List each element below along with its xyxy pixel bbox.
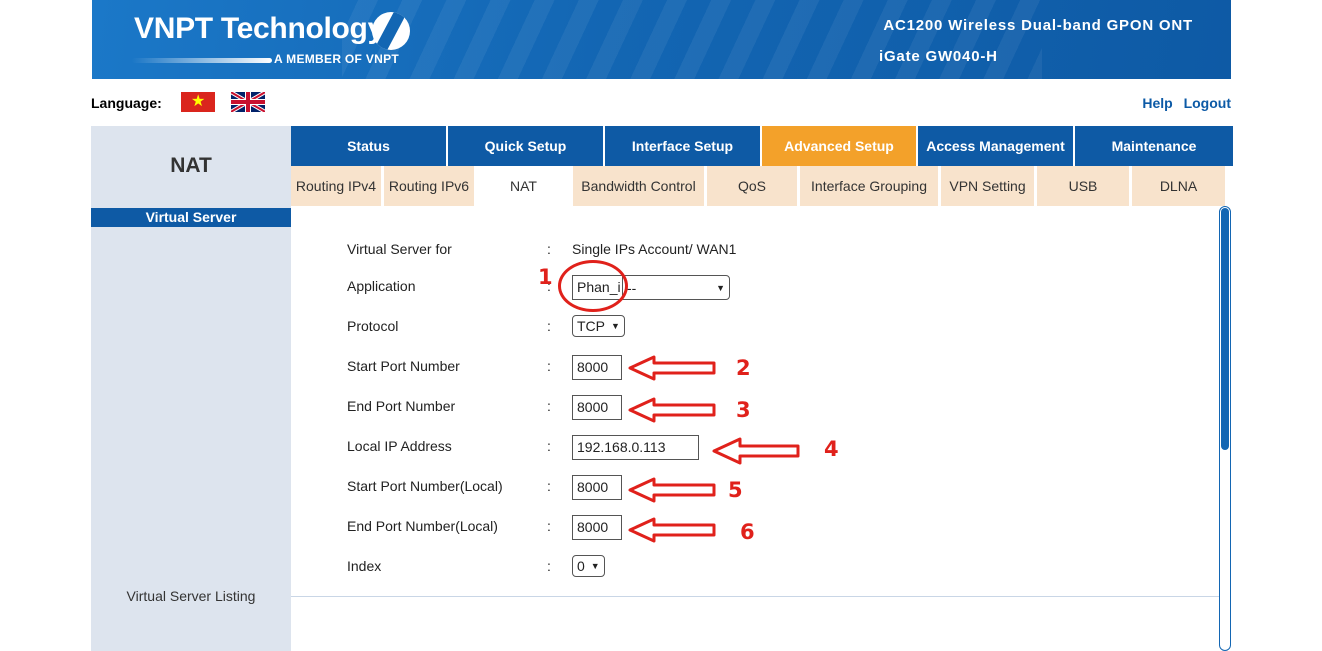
subtab-qos[interactable]: QoS	[707, 166, 797, 206]
subtab-routing-ipv4[interactable]: Routing IPv4	[291, 166, 381, 206]
annotation-number-1: 1	[538, 265, 553, 289]
annotation-number-5: 5	[728, 478, 743, 502]
start-port-local-label: Start Port Number(Local)	[347, 478, 503, 494]
chevron-down-icon: ▼	[590, 561, 600, 571]
virtual-server-listing-label: Virtual Server Listing	[126, 588, 256, 604]
page-title: NAT	[170, 154, 212, 177]
scrollbar-thumb[interactable]	[1221, 208, 1229, 450]
row-local-ip: Local IP Address : 192.168.0.113	[347, 435, 947, 460]
end-port-local-input[interactable]: 8000	[572, 515, 622, 540]
virtual-server-form: Virtual Server for : Single IPs Account/…	[291, 208, 1219, 651]
annotation-arrow-icon	[712, 437, 800, 465]
start-port-label: Start Port Number	[347, 358, 460, 374]
tab-advanced-setup[interactable]: Advanced Setup	[762, 126, 916, 166]
top-links: Help Logout	[1135, 95, 1231, 111]
colon: :	[547, 241, 551, 257]
annotation-arrow-icon	[628, 477, 716, 503]
chevron-down-icon: ▼	[716, 282, 725, 293]
end-port-label: End Port Number	[347, 398, 456, 414]
product-model: iGate GW040-H	[879, 48, 998, 65]
colon: :	[547, 438, 551, 454]
tab-maintenance[interactable]: Maintenance	[1075, 126, 1233, 166]
protocol-label: Protocol	[347, 318, 399, 334]
subtab-usb[interactable]: USB	[1037, 166, 1129, 206]
brand-subtitle: A MEMBER OF VNPT	[274, 52, 400, 66]
application-select[interactable]: -- ▼	[622, 275, 730, 300]
annotation-arrow-icon	[628, 355, 716, 381]
annotation-number-2: 2	[736, 356, 751, 380]
row-protocol: Protocol : TCP ▼	[347, 315, 947, 339]
help-link[interactable]: Help	[1142, 95, 1172, 111]
protocol-select[interactable]: TCP ▼	[572, 315, 625, 337]
index-label: Index	[347, 558, 382, 574]
colon: :	[547, 398, 551, 414]
left-header: NAT	[91, 126, 291, 208]
form-divider	[291, 596, 1219, 597]
row-index: Index : 0 ▼	[347, 555, 947, 579]
tab-status[interactable]: Status	[291, 126, 446, 166]
subtab-interface-grouping[interactable]: Interface Grouping	[800, 166, 938, 206]
subtab-vpn-setting[interactable]: VPN Setting	[941, 166, 1034, 206]
local-ip-label: Local IP Address	[347, 438, 452, 454]
annotation-circle	[558, 260, 628, 312]
tab-interface-setup[interactable]: Interface Setup	[605, 126, 760, 166]
header-banner: VNPT Technology A MEMBER OF VNPT AC1200 …	[92, 0, 1231, 79]
sub-tabs: Routing IPv4 Routing IPv6 NAT Bandwidth …	[291, 166, 1231, 206]
row-virtual-server-for: Virtual Server for : Single IPs Account/…	[347, 238, 947, 262]
start-port-input[interactable]: 8000	[572, 355, 622, 380]
virtual-server-for-value: Single IPs Account/ WAN1	[572, 241, 737, 257]
tab-quick-setup[interactable]: Quick Setup	[448, 126, 603, 166]
product-name: AC1200 Wireless Dual-band GPON ONT	[883, 17, 1193, 34]
annotation-arrow-icon	[628, 517, 716, 543]
row-application: Application : Phan_i -- ▼	[347, 275, 947, 300]
start-port-local-input[interactable]: 8000	[572, 475, 622, 500]
subtab-routing-ipv6[interactable]: Routing IPv6	[384, 166, 474, 206]
left-menu-virtual-server[interactable]: Virtual Server	[91, 208, 291, 227]
colon: :	[547, 478, 551, 494]
chevron-down-icon: ▼	[611, 321, 620, 331]
subtab-nat[interactable]: NAT	[477, 166, 570, 206]
application-select-value: --	[627, 279, 637, 296]
colon: :	[547, 318, 551, 334]
subtab-bandwidth-control[interactable]: Bandwidth Control	[573, 166, 704, 206]
brand-logo-text: VNPT Technology	[134, 12, 384, 45]
logout-link[interactable]: Logout	[1184, 95, 1231, 111]
colon: :	[547, 518, 551, 534]
logo-swoosh	[132, 58, 272, 63]
vietnam-flag-icon[interactable]: ★	[181, 92, 215, 112]
index-select[interactable]: 0 ▼	[572, 555, 605, 577]
language-label: Language:	[91, 95, 162, 111]
vnpt-logo-icon	[372, 12, 410, 50]
virtual-server-for-label: Virtual Server for	[347, 241, 452, 257]
colon: :	[547, 358, 551, 374]
annotation-arrow-icon	[628, 397, 716, 423]
end-port-local-label: End Port Number(Local)	[347, 518, 498, 534]
end-port-input[interactable]: 8000	[572, 395, 622, 420]
local-ip-input[interactable]: 192.168.0.113	[572, 435, 699, 460]
annotation-number-6: 6	[740, 520, 755, 544]
uk-flag-icon[interactable]	[231, 92, 265, 112]
tab-access-management[interactable]: Access Management	[918, 126, 1073, 166]
protocol-select-value: TCP	[577, 318, 605, 334]
left-panel	[91, 208, 291, 651]
application-label: Application	[347, 278, 416, 294]
subtab-dlna[interactable]: DLNA	[1132, 166, 1225, 206]
colon: :	[547, 558, 551, 574]
annotation-number-3: 3	[736, 398, 751, 422]
main-tabs: Status Quick Setup Interface Setup Advan…	[291, 126, 1233, 166]
index-select-value: 0	[577, 558, 585, 574]
annotation-number-4: 4	[824, 437, 839, 461]
